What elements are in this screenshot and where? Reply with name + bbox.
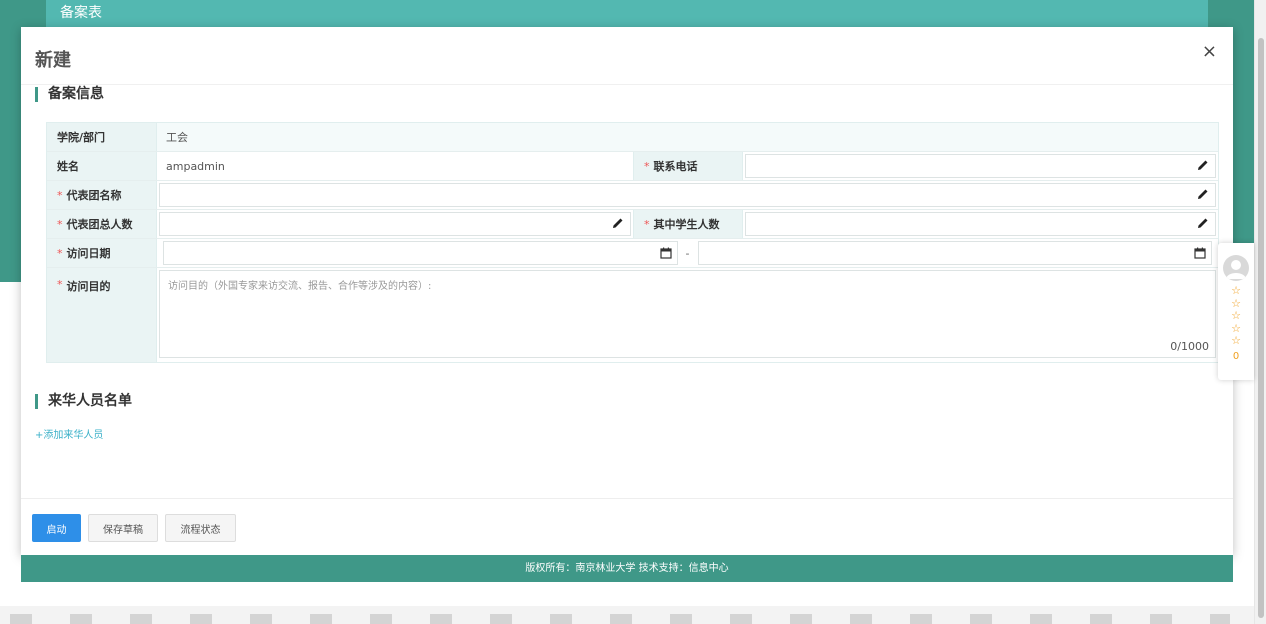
name-label-text: 姓名 bbox=[57, 160, 79, 173]
close-icon[interactable]: × bbox=[1202, 41, 1217, 62]
background-header-title: 备案表 bbox=[46, 0, 1208, 27]
visit-purpose-label-text: 访问目的 bbox=[66, 280, 111, 293]
visit-purpose-textarea[interactable]: 访问目的（外国专家来访交流、报告、合作等涉及的内容）: 0/1000 bbox=[159, 270, 1216, 358]
save-draft-button[interactable]: 保存草稿 bbox=[88, 514, 158, 542]
required-mark: * bbox=[644, 159, 650, 173]
stars-text: ☆☆☆☆☆ bbox=[1231, 284, 1241, 347]
char-counter: 0/1000 bbox=[1170, 340, 1209, 353]
record-form: 学院/部门 工会 姓名 ampadmin * 联系电话 * 代表团名称 * 代表… bbox=[46, 122, 1219, 363]
required-mark: * bbox=[57, 188, 63, 202]
delegation-name-label: * 代表团名称 bbox=[47, 181, 157, 209]
visit-date-start-input[interactable] bbox=[163, 241, 678, 265]
rating-score: 0 bbox=[1232, 351, 1240, 362]
form-row-delegation-name: * 代表团名称 bbox=[47, 181, 1218, 210]
form-row-name-phone: 姓名 ampadmin * 联系电话 bbox=[47, 152, 1218, 181]
delegation-name-input[interactable] bbox=[159, 183, 1216, 207]
pencil-icon bbox=[1198, 189, 1208, 199]
name-value: ampadmin bbox=[166, 159, 225, 173]
background-status-strip bbox=[0, 606, 1254, 624]
delegation-total-label-text: 代表团总人数 bbox=[66, 218, 133, 231]
blurred-text bbox=[10, 614, 1230, 624]
pencil-icon bbox=[1198, 160, 1208, 170]
form-row-visit-purpose: * 访问目的 访问目的（外国专家来访交流、报告、合作等涉及的内容）: 0/1000 bbox=[47, 268, 1218, 362]
required-mark: * bbox=[57, 278, 63, 291]
name-label: 姓名 bbox=[47, 152, 157, 180]
star-rating[interactable]: ☆☆☆☆☆ bbox=[1218, 284, 1254, 348]
phone-input[interactable] bbox=[745, 154, 1216, 178]
students-cell bbox=[743, 210, 1218, 238]
form-row-visit-date: * 访问日期 - bbox=[47, 239, 1218, 268]
dept-label: 学院/部门 bbox=[47, 123, 157, 151]
delegation-total-label: * 代表团总人数 bbox=[47, 210, 157, 238]
visit-date-label: * 访问日期 bbox=[47, 239, 157, 267]
required-mark: * bbox=[57, 246, 63, 260]
new-record-modal: 新建 × 备案信息 学院/部门 工会 姓名 ampadmin * 联系电话 * 代表… bbox=[21, 27, 1233, 555]
delegation-total-cell bbox=[157, 210, 633, 238]
delegation-name-cell bbox=[157, 181, 1218, 209]
start-button[interactable]: 启动 bbox=[32, 514, 81, 542]
required-mark: * bbox=[57, 217, 63, 231]
students-label-text: 其中学生人数 bbox=[653, 218, 720, 231]
calendar-icon[interactable] bbox=[659, 247, 672, 259]
add-visitor-link[interactable]: +添加来华人员 bbox=[35, 426, 103, 441]
page-scrollbar[interactable] bbox=[1254, 0, 1266, 624]
visit-purpose-placeholder: 访问目的（外国专家来访交流、报告、合作等涉及的内容）: bbox=[168, 281, 432, 292]
form-row-dept: 学院/部门 工会 bbox=[47, 123, 1218, 152]
modal-title: 新建 bbox=[35, 50, 71, 71]
visit-date-end-input[interactable] bbox=[697, 241, 1213, 265]
visit-date-label-text: 访问日期 bbox=[66, 247, 111, 260]
flow-status-button[interactable]: 流程状态 bbox=[165, 514, 236, 542]
phone-label: * 联系电话 bbox=[633, 152, 743, 180]
visit-purpose-cell: 访问目的（外国专家来访交流、报告、合作等涉及的内容）: 0/1000 bbox=[157, 268, 1218, 362]
delegation-name-label-text: 代表团名称 bbox=[66, 189, 122, 202]
date-separator: - bbox=[685, 246, 690, 260]
modal-header: 新建 × bbox=[21, 27, 1233, 85]
required-mark: * bbox=[644, 217, 650, 231]
delegation-total-input[interactable] bbox=[159, 212, 631, 236]
modal-footer: 启动 保存草稿 流程状态 bbox=[21, 498, 1233, 555]
students-label: * 其中学生人数 bbox=[633, 210, 743, 238]
section-title-record-info: 备案信息 bbox=[35, 87, 104, 102]
pencil-icon bbox=[613, 218, 623, 228]
scrollbar-thumb[interactable] bbox=[1258, 38, 1264, 618]
page-footer: 版权所有：南京林业大学 技术支持：信息中心 bbox=[21, 555, 1233, 582]
phone-label-text: 联系电话 bbox=[653, 160, 698, 173]
visit-purpose-label: * 访问目的 bbox=[47, 268, 157, 362]
visit-date-cell: - bbox=[157, 239, 1218, 267]
phone-cell bbox=[743, 152, 1218, 180]
dept-label-text: 学院/部门 bbox=[57, 131, 106, 144]
dept-value: 工会 bbox=[157, 123, 1218, 151]
form-row-delegation-counts: * 代表团总人数 * 其中学生人数 bbox=[47, 210, 1218, 239]
calendar-icon[interactable] bbox=[1194, 247, 1206, 259]
pencil-icon bbox=[1198, 218, 1208, 228]
students-input[interactable] bbox=[745, 212, 1216, 236]
section-title-visitor-list: 来华人员名单 bbox=[35, 394, 132, 409]
rating-widget[interactable]: ☆☆☆☆☆ 0 bbox=[1218, 243, 1254, 380]
user-avatar-icon bbox=[1226, 260, 1246, 279]
avatar[interactable] bbox=[1223, 255, 1249, 281]
